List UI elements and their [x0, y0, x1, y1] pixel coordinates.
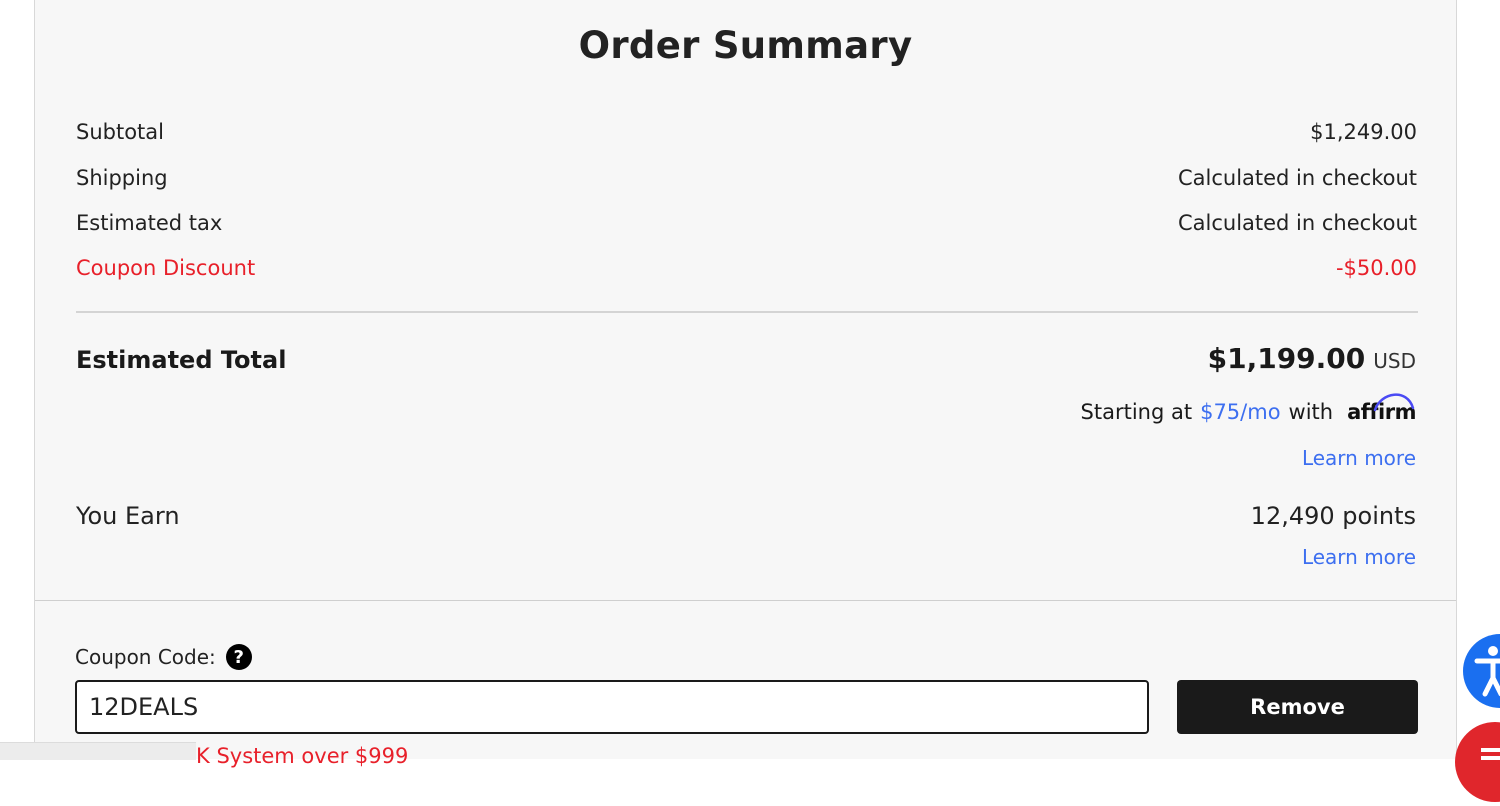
- affirm-with: with: [1288, 400, 1334, 424]
- coupon-code-input[interactable]: [75, 680, 1149, 734]
- subtotal-value: $1,249.00: [1310, 120, 1417, 144]
- tax-row: Estimated tax Calculated in checkout: [76, 211, 1417, 235]
- order-summary-panel: Order Summary Subtotal $1,249.00 Shippin…: [34, 0, 1457, 759]
- bottom-strip: [0, 742, 196, 760]
- estimated-total-label: Estimated Total: [76, 346, 287, 374]
- affirm-prefix: Starting at: [1080, 400, 1193, 424]
- affirm-monthly-amount[interactable]: $75/mo: [1200, 400, 1280, 424]
- tax-label: Estimated tax: [76, 211, 223, 235]
- affirm-arc-icon: [1373, 393, 1415, 412]
- coupon-discount-label: Coupon Discount: [76, 256, 256, 280]
- remove-coupon-button[interactable]: Remove: [1177, 680, 1418, 734]
- points-learn-more-link[interactable]: Learn more: [1302, 545, 1416, 569]
- you-earn-label: You Earn: [76, 502, 180, 530]
- chat-button[interactable]: [1455, 722, 1500, 802]
- question-circle-icon[interactable]: ?: [225, 644, 252, 670]
- coupon-code-text: Coupon Code:: [75, 645, 216, 669]
- summary-divider: [76, 311, 1418, 313]
- estimated-total-value: $1,199.00: [1207, 342, 1366, 375]
- subtotal-row: Subtotal $1,249.00: [76, 120, 1417, 144]
- coupon-code-label: Coupon Code: ?: [75, 644, 252, 670]
- subtotal-label: Subtotal: [76, 120, 164, 144]
- currency-label: USD: [1373, 349, 1416, 373]
- coupon-notice-text: K System over $999: [196, 744, 409, 768]
- shipping-row: Shipping Calculated in checkout: [76, 166, 1417, 190]
- affirm-learn-more-link[interactable]: Learn more: [1302, 446, 1416, 470]
- coupon-discount-row: Coupon Discount -$50.00: [76, 256, 1417, 280]
- estimated-total: $1,199.00 USD: [1208, 342, 1416, 375]
- chat-icon: [1481, 748, 1500, 760]
- shipping-value: Calculated in checkout: [1177, 166, 1417, 190]
- section-divider: [35, 600, 1456, 601]
- tax-value: Calculated in checkout: [1177, 211, 1417, 235]
- shipping-label: Shipping: [76, 166, 168, 190]
- affirm-logo: affirm: [1347, 393, 1416, 424]
- page-title: Order Summary: [578, 24, 913, 67]
- accessibility-icon: [1474, 646, 1500, 697]
- points-value: 12,490 points: [1250, 502, 1416, 530]
- affirm-financing-line: Starting at $75/mo with affirm: [1080, 393, 1416, 424]
- coupon-discount-value: -$50.00: [1335, 256, 1417, 280]
- accessibility-button[interactable]: [1463, 634, 1500, 708]
